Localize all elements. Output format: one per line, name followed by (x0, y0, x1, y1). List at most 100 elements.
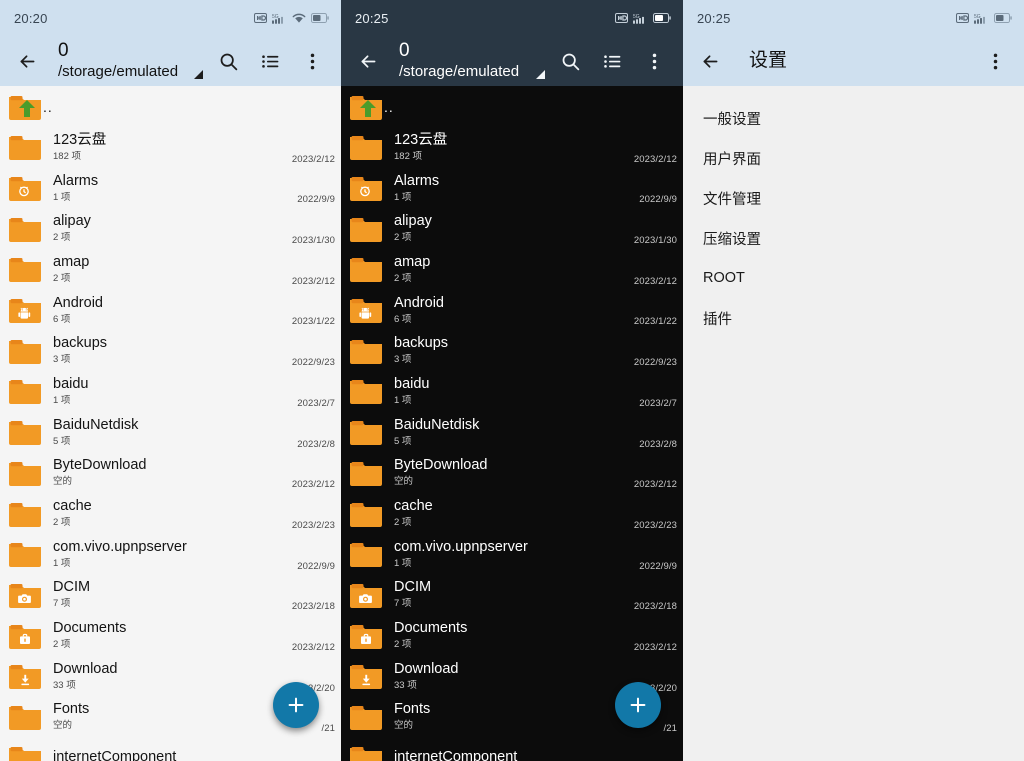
folder-icon (348, 458, 384, 488)
table-row[interactable]: amap2 项2023/2/12 (0, 249, 341, 290)
file-name: internetComponent (394, 749, 683, 761)
file-name: Download (394, 661, 683, 678)
table-row[interactable]: 123云盘182 项2023/2/12 (341, 127, 683, 168)
settings-item-5[interactable]: ROOT (683, 258, 1024, 298)
table-row[interactable]: Android6 项2023/1/22 (341, 290, 683, 331)
file-date: 2023/2/12 (634, 276, 677, 287)
table-row[interactable]: cache2 项2023/2/23 (341, 493, 683, 534)
table-row[interactable]: Alarms1 项2022/9/9 (0, 168, 341, 209)
table-row[interactable]: DCIM7 项2023/2/18 (341, 575, 683, 616)
table-row[interactable]: backups3 项2022/9/23 (341, 330, 683, 371)
signal-5g-icon: 5G (974, 13, 989, 24)
settings-item-1[interactable]: 一般设置 (683, 98, 1024, 138)
table-row[interactable]: baidu1 项2023/2/7 (0, 371, 341, 412)
view-mode-button[interactable] (593, 41, 631, 81)
search-button[interactable] (209, 41, 247, 81)
overflow-menu-button[interactable] (976, 41, 1014, 81)
table-row[interactable]: backups3 项2022/9/23 (0, 330, 341, 371)
hd-icon (956, 13, 969, 23)
table-row[interactable]: baidu1 项2023/2/7 (341, 371, 683, 412)
path-title[interactable]: 0 /storage/emulated (50, 41, 205, 81)
folder-icon (7, 539, 43, 569)
list-item-parent-dir[interactable]: .. (341, 86, 683, 127)
file-name: com.vivo.upnpserver (394, 539, 683, 556)
file-date: 2022/9/9 (639, 194, 677, 205)
table-row[interactable]: com.vivo.upnpserver1 项2022/9/9 (0, 534, 341, 575)
toolbar: 设置 (683, 36, 1024, 86)
table-row[interactable]: DCIM7 项2023/2/18 (0, 575, 341, 616)
more-vertical-icon (302, 51, 323, 72)
search-button[interactable] (551, 41, 589, 81)
list-item-parent-dir[interactable]: .. (0, 86, 341, 127)
settings-item-label: 插件 (703, 308, 732, 329)
back-button[interactable] (8, 41, 46, 81)
table-row[interactable]: alipay2 项2023/1/30 (0, 208, 341, 249)
folder-icon (7, 336, 43, 366)
add-fab-button[interactable] (273, 682, 319, 728)
file-name: com.vivo.upnpserver (53, 539, 341, 556)
parent-dir-label: .. (384, 99, 394, 115)
table-row[interactable]: ByteDownload空的2023/2/12 (0, 453, 341, 494)
status-bar: 20:25 5G (341, 0, 683, 36)
folder-download-icon (7, 661, 43, 691)
table-row[interactable]: BaiduNetdisk5 项2023/2/8 (0, 412, 341, 453)
hd-icon (254, 13, 267, 23)
settings-item-4[interactable]: 压缩设置 (683, 218, 1024, 258)
table-row[interactable]: Android6 项2023/1/22 (0, 290, 341, 331)
path-title-sub: /storage/emulated (58, 62, 199, 81)
file-date: 2023/1/30 (292, 235, 335, 246)
table-row[interactable]: cache2 项2023/2/23 (0, 493, 341, 534)
folder-icon (348, 336, 384, 366)
settings-item-2[interactable]: 用户界面 (683, 138, 1024, 178)
plus-icon (285, 694, 307, 716)
folder-icon (348, 743, 384, 761)
folder-icon (7, 417, 43, 447)
back-button[interactable] (349, 41, 387, 81)
folder-alarm-icon (348, 173, 384, 203)
settings-item-label: 用户界面 (703, 148, 761, 169)
file-date: 2023/2/23 (292, 520, 335, 531)
back-button[interactable] (691, 41, 729, 81)
table-row[interactable]: internetComponent (0, 737, 341, 761)
settings-item-3[interactable]: 文件管理 (683, 178, 1024, 218)
table-row[interactable]: 123云盘182 项2023/2/12 (0, 127, 341, 168)
file-name: Alarms (53, 173, 341, 190)
file-name: Alarms (394, 173, 683, 190)
table-row[interactable]: internetComponent (341, 737, 683, 761)
panel-settings: 20:25 5G 设置 一般设置用户界面文件管理压缩设置ROOT插件 (683, 0, 1024, 761)
table-row[interactable]: amap2 项2023/2/12 (341, 249, 683, 290)
file-date: 2023/2/18 (634, 601, 677, 612)
status-icons: 5G (254, 13, 329, 24)
overflow-menu-button[interactable] (293, 41, 331, 81)
file-name: baidu (53, 376, 341, 393)
table-row[interactable]: BaiduNetdisk5 项2023/2/8 (341, 412, 683, 453)
settings-item-6[interactable]: 插件 (683, 298, 1024, 338)
panel-light-file-browser: 20:20 5G 0 /storage/emulated (0, 0, 341, 761)
overflow-menu-button[interactable] (635, 41, 673, 81)
folder-alarm-icon (7, 173, 43, 203)
file-name: internetComponent (53, 749, 341, 761)
folder-download-icon (348, 661, 384, 691)
file-name: Documents (394, 620, 683, 637)
table-row[interactable]: Alarms1 项2022/9/9 (341, 168, 683, 209)
settings-item-label: 一般设置 (703, 108, 761, 129)
folder-android-icon (7, 295, 43, 325)
folder-documents-icon (7, 621, 43, 651)
file-name: alipay (394, 213, 683, 230)
file-name: Download (53, 661, 341, 678)
table-row[interactable]: alipay2 项2023/1/30 (341, 208, 683, 249)
folder-icon (348, 499, 384, 529)
table-row[interactable]: Documents2 项2023/2/12 (0, 615, 341, 656)
file-rows-host: 123云盘182 项2023/2/12Alarms1 项2022/9/9alip… (0, 127, 341, 761)
add-fab-button[interactable] (615, 682, 661, 728)
file-name: cache (53, 498, 341, 515)
file-name: DCIM (53, 579, 341, 596)
file-row-text: internetComponent (394, 749, 683, 761)
table-row[interactable]: com.vivo.upnpserver1 项2022/9/9 (341, 534, 683, 575)
path-title[interactable]: 0 /storage/emulated (391, 41, 547, 81)
table-row[interactable]: Documents2 项2023/2/12 (341, 615, 683, 656)
table-row[interactable]: ByteDownload空的2023/2/12 (341, 453, 683, 494)
caret-up-icon[interactable] (194, 70, 203, 79)
view-mode-button[interactable] (251, 41, 289, 81)
caret-up-icon[interactable] (536, 70, 545, 79)
